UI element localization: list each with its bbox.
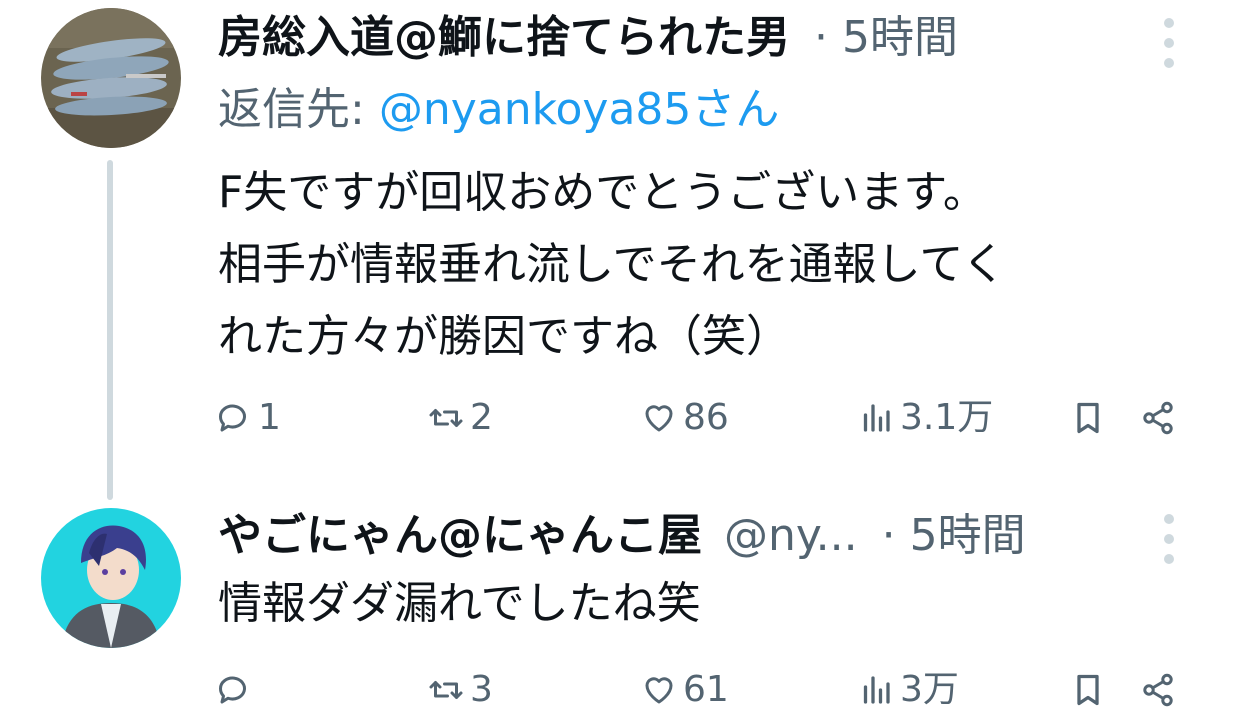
like-button[interactable]: 61 [641,665,729,715]
retweet-icon [429,409,463,427]
tweet-text: F失ですが回収おめでとうございます。 相手が情報垂れ流しでそれを通報してく れた… [218,167,1007,362]
views-count: 3万 [900,669,959,710]
tweet-header: 房総入道@鰤に捨てられた男 · 5時間 [218,10,958,66]
more-icon[interactable] [1160,18,1178,68]
separator: · [814,12,828,63]
timestamp[interactable]: 5時間 [842,12,958,63]
reply-count: 1 [258,397,281,438]
share-icon [1143,401,1173,435]
retweet-count: 2 [470,397,493,438]
thread-line [107,160,113,500]
bookmark-icon [1077,674,1099,706]
action-bar: 1 2 86 3.1万 [0,393,1239,443]
separator: · [881,510,896,561]
like-icon [645,677,673,704]
views-count: 3.1万 [900,397,994,438]
like-count: 61 [683,669,729,710]
author-name[interactable]: 房総入道@鰤に捨てられた男 [218,12,790,63]
like-count: 86 [683,397,729,438]
share-button[interactable] [1140,393,1182,443]
share-button[interactable] [1140,665,1182,715]
reply-icon [219,404,246,432]
bookmark-button[interactable] [1070,665,1112,715]
author-handle[interactable]: @ny... [724,510,858,561]
reply-icon [219,676,246,704]
views-button[interactable]: 3.1万 [858,393,993,443]
author-name[interactable]: やごにゃん@にゃんこ屋 [218,510,702,561]
retweet-button[interactable]: 3 [428,665,493,715]
like-button[interactable]: 86 [641,393,729,443]
retweet-icon [429,681,463,699]
bookmark-button[interactable] [1070,393,1112,443]
reply-prefix: 返信先: [218,84,379,135]
share-icon [1143,673,1173,707]
reply-button[interactable] [216,665,258,715]
retweet-count: 3 [470,669,493,710]
reply-to: 返信先: @nyankoya85さん [218,82,779,138]
like-icon [645,405,673,432]
reply-handle[interactable]: @nyankoya85さん [379,84,780,135]
tweet-text: 情報ダダ漏れでしたね笑 [218,578,701,629]
bookmark-icon [1077,402,1099,434]
timestamp[interactable]: 5時間 [910,510,1026,561]
views-icon [863,404,890,432]
action-bar: 3 61 3万 [0,665,1239,715]
tweet-header: やごにゃん@にゃんこ屋 @ny... · 5時間 [218,508,1026,564]
more-icon[interactable] [1160,514,1178,564]
views-button[interactable]: 3万 [858,665,959,715]
retweet-button[interactable]: 2 [428,393,493,443]
reply-button[interactable]: 1 [216,393,281,443]
views-icon [863,676,890,704]
avatar[interactable] [41,8,181,148]
avatar[interactable] [41,508,181,648]
